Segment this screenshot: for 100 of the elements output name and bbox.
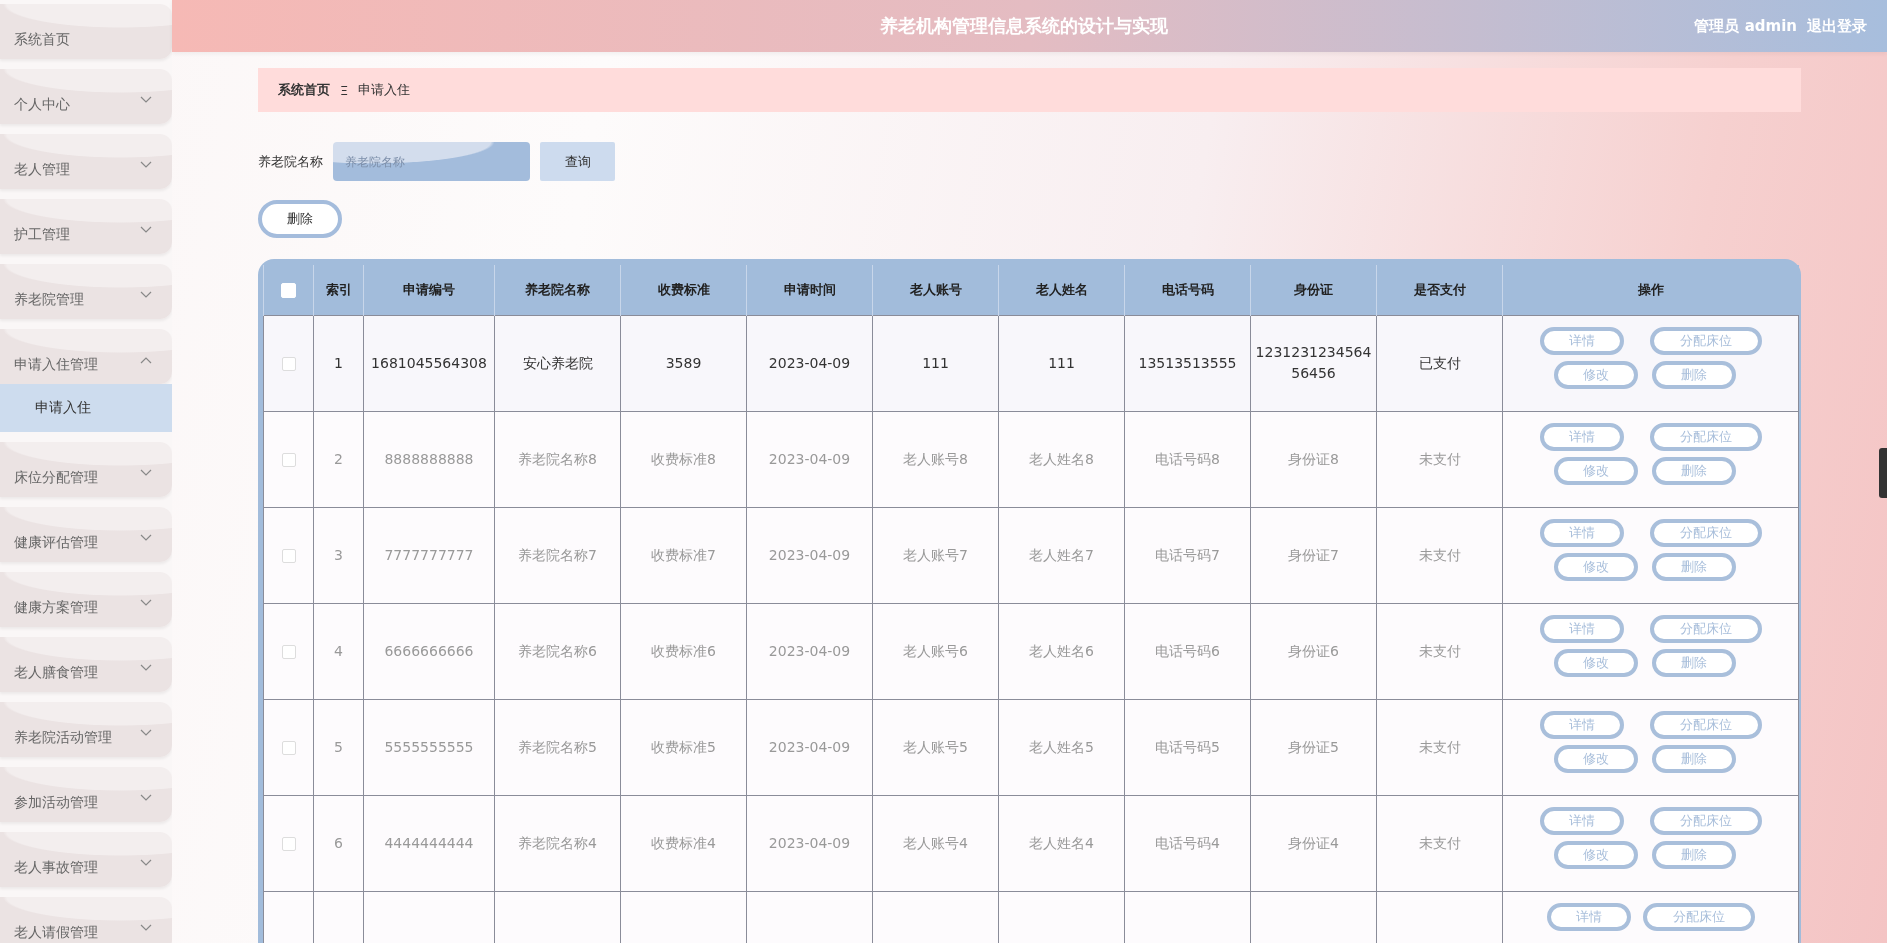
table-cell: 2023-04-09 [746, 603, 873, 699]
table-cell: 养老院名称8 [494, 411, 621, 507]
system-title: 养老机构管理信息系统的设计与实现 [880, 14, 1168, 38]
table-cell: 111 [872, 315, 999, 411]
table-cell: 电话号码5 [1124, 699, 1251, 795]
table-cell: 1681045564308 [363, 315, 495, 411]
action-button[interactable]: 修改 [1553, 552, 1638, 581]
action-button[interactable]: 分配床位 [1642, 902, 1755, 931]
chevron-icon [140, 859, 152, 867]
table-cell: 电话号码8 [1124, 411, 1251, 507]
action-button[interactable]: 详情 [1539, 614, 1624, 643]
sidebar-item[interactable]: 老人管理 [0, 134, 172, 189]
column-header: 申请时间 [746, 265, 873, 315]
sidebar-item[interactable]: 个人中心 [0, 69, 172, 124]
sidebar-item[interactable]: 养老院管理 [0, 264, 172, 319]
action-button[interactable]: 分配床位 [1649, 614, 1762, 643]
select-all-checkbox[interactable] [281, 282, 296, 298]
table-cell: 身份证4 [1250, 795, 1377, 891]
query-button[interactable]: 查询 [540, 142, 615, 181]
sidebar-item[interactable]: 床位分配管理 [0, 442, 172, 497]
breadcrumb-item[interactable]: 系统首页 [278, 81, 330, 99]
row-checkbox[interactable] [281, 836, 296, 851]
sidebar-item[interactable]: 养老院活动管理 [0, 702, 172, 757]
action-button[interactable]: 详情 [1539, 326, 1624, 355]
sidebar-item[interactable]: 参加活动管理 [0, 767, 172, 822]
table-cell: 未支付 [1376, 411, 1503, 507]
table-cell: 6666666666 [363, 603, 495, 699]
column-header: 老人姓名 [998, 265, 1125, 315]
table-cell: 未支付 [1376, 699, 1503, 795]
table-cell: 养老院名称5 [494, 699, 621, 795]
action-button[interactable]: 修改 [1553, 744, 1638, 773]
action-button[interactable]: 修改 [1553, 840, 1638, 869]
column-header: 操作 [1502, 265, 1799, 315]
row-checkbox[interactable] [281, 740, 296, 755]
action-button[interactable]: 修改 [1553, 360, 1638, 389]
search-label: 养老院名称 [258, 152, 323, 171]
action-button[interactable]: 分配床位 [1649, 422, 1762, 451]
chevron-icon [140, 291, 152, 299]
breadcrumb-item[interactable]: 申请入住 [358, 81, 411, 99]
chevron-icon [140, 599, 152, 607]
sidebar-item[interactable]: 护工管理 [0, 199, 172, 254]
table-cell: 老人姓名5 [998, 699, 1125, 795]
action-button[interactable]: 删除 [1651, 552, 1736, 581]
row-checkbox[interactable] [281, 548, 296, 563]
sidebar-item[interactable]: 老人请假管理 [0, 897, 172, 943]
action-button[interactable]: 删除 [1651, 360, 1736, 389]
delete-button[interactable]: 删除 [258, 200, 342, 238]
sidebar-item[interactable]: 健康方案管理 [0, 572, 172, 627]
action-button[interactable]: 分配床位 [1649, 518, 1762, 547]
action-button[interactable]: 删除 [1651, 648, 1736, 677]
sidebar-subitem[interactable]: 申请入住 [0, 384, 172, 432]
sidebar-item[interactable]: 老人膳食管理 [0, 637, 172, 692]
table-cell: 养老院名称7 [494, 507, 621, 603]
table-cell: 5555555555 [363, 699, 495, 795]
table-cell: 13513513555 [1124, 315, 1251, 411]
action-button[interactable]: 详情 [1539, 806, 1624, 835]
table-cell: 未支付 [1376, 603, 1503, 699]
action-button[interactable]: 详情 [1539, 422, 1624, 451]
sidebar-item[interactable]: 老人事故管理 [0, 832, 172, 887]
table-cell: 老人姓名8 [998, 411, 1125, 507]
table-cell: 2023-04-09 [746, 795, 873, 891]
table-cell: 身份证5 [1250, 699, 1377, 795]
action-button[interactable]: 修改 [1553, 456, 1638, 485]
column-header: 收费标准 [620, 265, 747, 315]
column-header: 养老院名称 [494, 265, 621, 315]
chevron-icon [140, 469, 152, 477]
row-checkbox[interactable] [281, 644, 296, 659]
column-header: 老人账号 [872, 265, 999, 315]
table-cell: 收费标准4 [620, 795, 747, 891]
action-button[interactable]: 修改 [1553, 648, 1638, 677]
action-button[interactable]: 详情 [1546, 902, 1631, 931]
row-checkbox[interactable] [281, 452, 296, 467]
logout-link[interactable]: 退出登录 [1807, 16, 1867, 36]
table-cell: 7777777777 [363, 507, 495, 603]
action-button[interactable]: 删除 [1651, 456, 1736, 485]
sidebar-item[interactable]: 申请入住管理 [0, 329, 172, 384]
action-button[interactable]: 详情 [1539, 710, 1624, 739]
table-cell: 收费标准5 [620, 699, 747, 795]
table-cell: 老人姓名4 [998, 795, 1125, 891]
chevron-icon [140, 534, 152, 542]
table-cell: 8888888888 [363, 411, 495, 507]
sidebar-item[interactable]: 健康评估管理 [0, 507, 172, 562]
search-field[interactable]: 养老院名称 [333, 142, 530, 181]
action-button[interactable]: 分配床位 [1649, 806, 1762, 835]
side-handle[interactable] [1879, 448, 1887, 498]
action-button[interactable]: 分配床位 [1649, 326, 1762, 355]
action-button[interactable]: 分配床位 [1649, 710, 1762, 739]
action-button[interactable]: 删除 [1651, 744, 1736, 773]
table-cell: 4444444444 [363, 795, 495, 891]
action-button[interactable]: 删除 [1651, 840, 1736, 869]
row-checkbox[interactable] [281, 356, 296, 371]
table-cell: 收费标准8 [620, 411, 747, 507]
table-cell: 养老院名称4 [494, 795, 621, 891]
table-cell: 身份证8 [1250, 411, 1377, 507]
table-cell: 收费标准6 [620, 603, 747, 699]
table-cell: 老人账号6 [872, 603, 999, 699]
table-cell: 6 [313, 795, 364, 891]
sidebar-item[interactable]: 系统首页 [0, 4, 172, 59]
table-cell: 老人账号8 [872, 411, 999, 507]
action-button[interactable]: 详情 [1539, 518, 1624, 547]
